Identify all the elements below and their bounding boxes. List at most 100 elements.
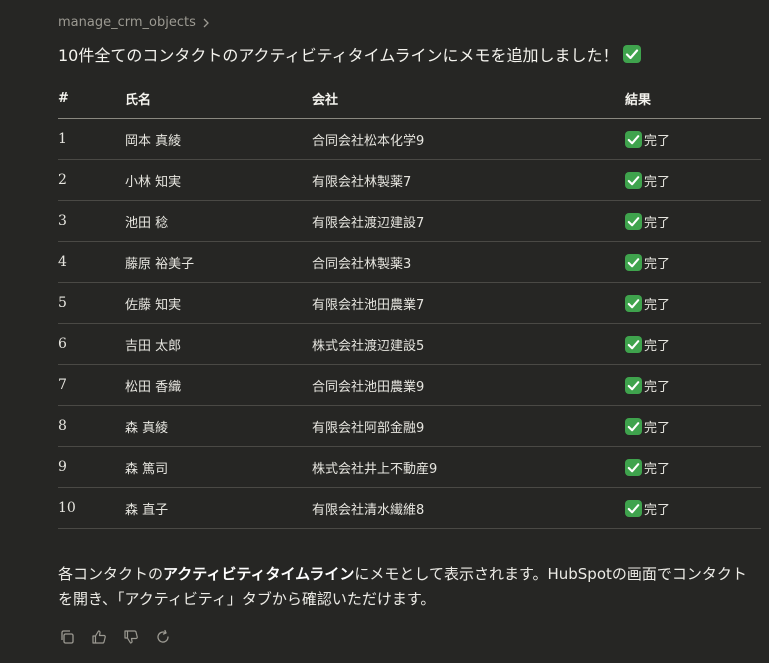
company-name: 株式会社渡辺建設5 (312, 323, 625, 365)
result-cell: 完了 (625, 405, 761, 447)
footer-text-bold: アクティビティタイムライン (163, 565, 355, 583)
contact-name: 佐藤 知実 (125, 282, 312, 324)
table-row: 7 松田 香織 合同会社池田農業9 完了 (58, 364, 761, 406)
result-status: 完了 (625, 212, 761, 231)
check-mark-icon (625, 499, 642, 517)
contact-name: 森 真綾 (125, 405, 312, 447)
row-number: 2 (58, 159, 125, 201)
table-body: 1 岡本 真綾 合同会社松本化学9 完了 2 小林 知実 有限会社林製薬7 完了 3 池田 稔有限… (58, 118, 761, 529)
company-name: 有限会社清水繊維8 (312, 487, 625, 529)
thumbs-up-icon (91, 629, 107, 649)
copy-button[interactable] (58, 630, 76, 648)
thumbs-up-button[interactable] (90, 630, 108, 648)
result-text: 完了 (644, 297, 671, 313)
table-header-row: # 氏名 会社 結果 (58, 78, 761, 119)
result-cell: 完了 (625, 241, 761, 283)
retry-icon (155, 629, 171, 649)
company-name: 有限会社林製薬7 (312, 159, 625, 201)
table-row: 8森 真綾 有限会社阿部金融9 完了 (58, 405, 761, 447)
contact-name: 吉田 太郎 (125, 323, 312, 365)
retry-button[interactable] (154, 629, 172, 649)
company-name: 合同会社池田農業9 (312, 364, 625, 406)
row-number: 7 (58, 364, 125, 406)
footer-note: 各コンタクトのアクティビティタイムラインにメモとして表示されます。HubSpot… (58, 562, 761, 612)
result-status: 完了 (625, 253, 761, 272)
result-cell: 完了 (625, 200, 761, 242)
check-mark-icon (625, 171, 642, 189)
table-row: 10 森 直子 有限会社清水繊維8 完了 (58, 487, 761, 529)
thumbs-down-icon (123, 629, 139, 649)
contact-name: 池田 稔 (125, 200, 312, 242)
result-text: 完了 (644, 420, 671, 436)
check-mark-icon (625, 335, 642, 353)
footer-text-part1: 各コンタクトの (58, 565, 164, 583)
contact-name: 松田 香織 (125, 364, 312, 406)
check-mark-icon (625, 417, 642, 435)
company-name: 有限会社阿部金融9 (312, 405, 625, 447)
header-name: 氏名 (125, 78, 312, 119)
result-status: 完了 (625, 458, 761, 477)
message-headline: 10件全てのコンタクトのアクティビティタイムラインにメモを追加しました！ (58, 42, 641, 66)
check-mark-icon (625, 458, 642, 476)
result-status: 完了 (625, 130, 761, 149)
company-name: 合同会社松本化学9 (312, 118, 625, 160)
check-mark-icon (625, 130, 642, 148)
result-text: 完了 (644, 461, 671, 477)
results-table: # 氏名 会社 結果 1 岡本 真綾 合同会社松本化学9 完了 2 小林 知実 有限会社林製… (58, 78, 761, 529)
contact-name: 森 直子 (125, 487, 312, 529)
result-cell: 完了 (625, 118, 761, 160)
table-row: 6 吉田 太郎 株式会社渡辺建設5 完了 (58, 323, 761, 365)
contact-name: 小林 知実 (125, 159, 312, 201)
result-status: 完了 (625, 376, 761, 395)
table-row: 3 池田 稔有限会社渡辺建設7 完了 (58, 200, 761, 242)
table-row: 9森 篤司 株式会社井上不動産9 完了 (58, 446, 761, 488)
check-mark-icon (625, 212, 642, 230)
result-status: 完了 (625, 335, 761, 354)
row-number: 5 (58, 282, 125, 324)
result-text: 完了 (644, 133, 671, 149)
result-status: 完了 (625, 417, 761, 436)
table-row: 1 岡本 真綾 合同会社松本化学9 完了 (58, 118, 761, 160)
header-company: 会社 (312, 78, 625, 119)
row-number: 4 (58, 241, 125, 283)
header-result: 結果 (625, 78, 761, 119)
table-row: 4 藤原 裕美子 合同会社林製薬3 完了 (58, 241, 761, 283)
result-cell: 完了 (625, 487, 761, 529)
row-number: 3 (58, 200, 125, 242)
contact-name: 藤原 裕美子 (125, 241, 312, 283)
contact-name: 森 篤司 (125, 446, 312, 488)
table-row: 5 佐藤 知実 有限会社池田農業7 完了 (58, 282, 761, 324)
check-mark-icon (625, 253, 642, 271)
result-text: 完了 (644, 502, 671, 518)
check-mark-icon (625, 294, 642, 312)
tool-call-name: manage_crm_objects (58, 14, 196, 30)
result-text: 完了 (644, 379, 671, 395)
tool-call-toggle[interactable]: manage_crm_objects (58, 13, 210, 31)
table-row: 2 小林 知実 有限会社林製薬7 完了 (58, 159, 761, 201)
result-text: 完了 (644, 256, 671, 272)
headline-text: 10件全てのコンタクトのアクティビティタイムラインにメモを追加しました！ (58, 46, 619, 65)
result-status: 完了 (625, 171, 761, 190)
company-name: 合同会社林製薬3 (312, 241, 625, 283)
row-number: 8 (58, 405, 125, 447)
result-text: 完了 (644, 215, 671, 231)
chevron-right-icon (202, 17, 210, 28)
row-number: 1 (58, 118, 125, 160)
contact-name: 岡本 真綾 (125, 118, 312, 160)
copy-icon (59, 629, 75, 649)
result-cell: 完了 (625, 323, 761, 365)
result-cell: 完了 (625, 282, 761, 324)
company-name: 株式会社井上不動産9 (312, 446, 625, 488)
result-cell: 完了 (625, 159, 761, 201)
result-cell: 完了 (625, 446, 761, 488)
thumbs-down-button[interactable] (122, 630, 140, 648)
header-number: # (58, 78, 125, 119)
row-number: 9 (58, 446, 125, 488)
row-number: 6 (58, 323, 125, 365)
check-mark-icon (622, 45, 641, 63)
company-name: 有限会社渡辺建設7 (312, 200, 625, 242)
result-cell: 完了 (625, 364, 761, 406)
result-status: 完了 (625, 499, 761, 518)
result-status: 完了 (625, 294, 761, 313)
company-name: 有限会社池田農業7 (312, 282, 625, 324)
